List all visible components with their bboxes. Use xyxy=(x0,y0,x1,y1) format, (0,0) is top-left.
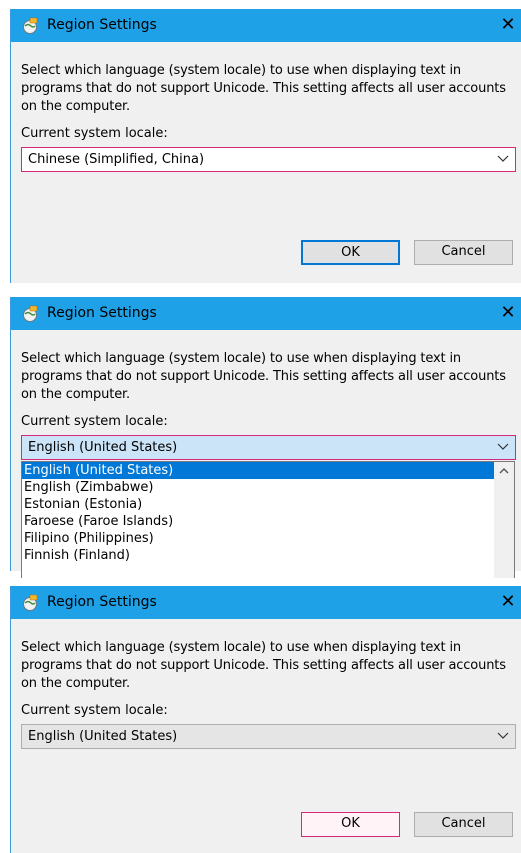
locale-select[interactable]: Chinese (Simplified, China) xyxy=(21,147,516,172)
region-globe-icon xyxy=(23,17,38,34)
cancel-button[interactable]: Cancel xyxy=(414,812,513,837)
locale-select-value: English (United States) xyxy=(28,729,178,744)
screenshot-stage: Region Settings ✕ Select which language … xyxy=(0,0,521,853)
title-bar[interactable]: Region Settings ✕ xyxy=(11,9,521,42)
region-settings-dialog-1: Region Settings ✕ Select which language … xyxy=(10,9,521,283)
close-icon[interactable]: ✕ xyxy=(497,301,519,325)
dialog-title: Region Settings xyxy=(47,17,157,33)
ok-button[interactable]: OK xyxy=(301,812,400,837)
description-text: Select which language (system locale) to… xyxy=(21,351,506,402)
close-icon[interactable]: ✕ xyxy=(497,590,519,614)
description-text: Select which language (system locale) to… xyxy=(21,63,506,114)
dialog-title: Region Settings xyxy=(47,594,157,610)
locale-select[interactable]: English (United States) xyxy=(21,724,516,749)
close-icon[interactable]: ✕ xyxy=(497,13,519,37)
locale-label: Current system locale: xyxy=(21,126,168,141)
dropdown-option[interactable]: English (Zimbabwe) xyxy=(22,479,495,496)
dropdown-option[interactable]: Faroese (Faroe Islands) xyxy=(22,513,495,530)
dropdown-option[interactable]: Finnish (Finland) xyxy=(22,547,495,564)
dropdown-option[interactable]: Filipino (Philippines) xyxy=(22,530,495,547)
chevron-down-icon xyxy=(497,732,509,739)
cancel-button[interactable]: Cancel xyxy=(414,240,513,265)
region-settings-dialog-3: Region Settings ✕ Select which language … xyxy=(10,586,521,853)
description-text: Select which language (system locale) to… xyxy=(21,640,506,691)
dropdown-option[interactable]: Estonian (Estonia) xyxy=(22,496,495,513)
region-settings-dialog-2: Region Settings ✕ Select which language … xyxy=(10,297,521,578)
title-bar[interactable]: Region Settings ✕ xyxy=(11,586,521,619)
dialog-title: Region Settings xyxy=(47,305,157,321)
region-globe-icon xyxy=(23,594,38,611)
locale-dropdown-list[interactable]: English (United States) English (Zimbabw… xyxy=(21,461,515,578)
title-bar[interactable]: Region Settings ✕ xyxy=(11,297,521,330)
locale-label: Current system locale: xyxy=(21,703,168,718)
ok-button[interactable]: OK xyxy=(301,240,400,265)
locale-select-value: English (United States) xyxy=(28,440,178,455)
chevron-down-icon xyxy=(497,155,509,162)
locale-label: Current system locale: xyxy=(21,414,168,429)
dropdown-scrollbar[interactable] xyxy=(494,462,514,578)
locale-select[interactable]: English (United States) xyxy=(21,435,516,460)
scroll-up-icon[interactable] xyxy=(498,466,510,476)
locale-select-value: Chinese (Simplified, China) xyxy=(28,152,205,167)
chevron-down-icon xyxy=(497,443,509,450)
region-globe-icon xyxy=(23,305,38,322)
dropdown-option[interactable]: English (United States) xyxy=(22,462,495,479)
